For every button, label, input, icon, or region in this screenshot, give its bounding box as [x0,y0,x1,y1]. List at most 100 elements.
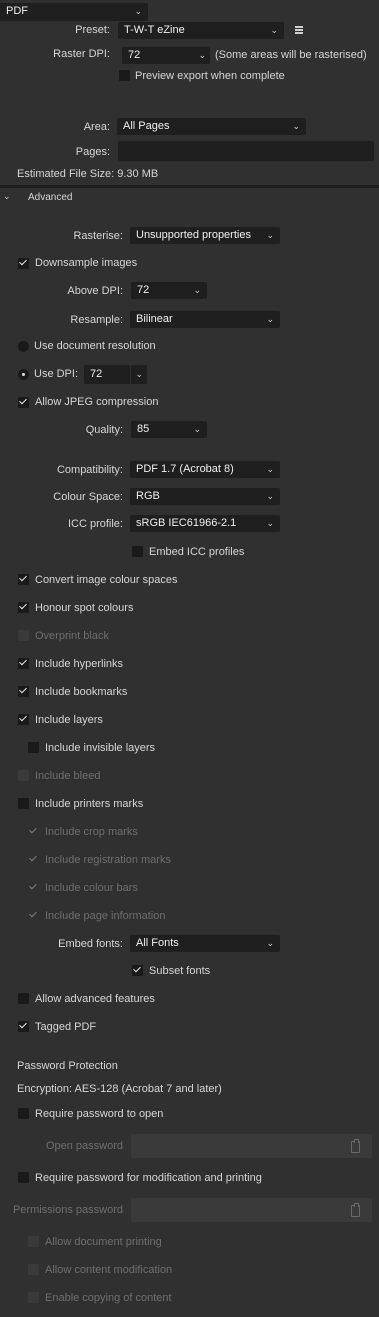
encryption-info: Encryption: AES-128 (Acrobat 7 and later… [17,1083,222,1095]
colour-space-value: RGB [136,490,160,502]
embed-fonts-value: All Fonts [136,937,179,949]
use-dpi-radio[interactable] [18,369,29,380]
downsample-checkbox[interactable] [18,258,29,269]
raster-dpi-note: (Some areas will be rasterised) [215,49,367,61]
use-dpi-label: Use DPI: [34,368,79,380]
chevron-down-icon: ⌄ [266,491,274,501]
colour-space-dropdown[interactable]: RGB ⌄ [130,488,280,505]
printers-marks-checkbox[interactable] [18,798,29,809]
compatibility-value: PDF 1.7 (Acrobat 8) [136,463,234,475]
layers-label: Include layers [35,714,103,726]
advanced-features-label: Allow advanced features [35,993,155,1005]
embed-fonts-label: Embed fonts: [58,938,123,950]
bleed-checkbox[interactable] [18,770,29,781]
allow-modification-checkbox[interactable] [28,1264,39,1275]
above-dpi-label: Above DPI: [67,285,123,297]
embed-fonts-dropdown[interactable]: All Fonts ⌄ [130,935,280,952]
use-dpi-input[interactable]: 72 ⌄ [84,365,147,384]
embed-icc-checkbox[interactable] [132,546,143,557]
require-modify-password-checkbox[interactable] [18,1172,29,1183]
pages-input[interactable] [118,141,374,161]
format-value: PDF [6,5,28,17]
area-value: All Pages [123,120,170,132]
colour-bars-label: Include colour bars [45,882,138,894]
open-password-field[interactable] [131,1134,372,1158]
chevron-down-icon: ⌄ [266,230,274,240]
jpeg-compression-checkbox[interactable] [18,397,29,408]
preview-export-label: Preview export when complete [135,70,285,82]
chevron-down-icon: ⌄ [266,314,274,324]
subset-fonts-checkbox[interactable] [132,965,143,976]
permissions-password-label: Permissions password [12,1204,123,1216]
bookmarks-label: Include bookmarks [35,686,128,698]
icc-profile-value: sRGB IEC61966-2.1 [136,517,237,529]
subset-fonts-label: Subset fonts [149,965,211,977]
open-password-label: Open password [45,1140,123,1152]
bleed-label: Include bleed [35,770,101,782]
preview-export-checkbox[interactable] [119,70,130,81]
quality-dropdown[interactable]: 85 ⌄ [131,421,207,438]
convert-colour-label: Convert image colour spaces [35,574,178,586]
raster-dpi-input[interactable]: 72 ⌄ [122,47,210,64]
bookmarks-checkbox[interactable] [18,686,29,697]
page-information-checkbox[interactable] [28,910,39,921]
crop-marks-checkbox[interactable] [28,826,39,837]
allow-printing-label: Allow document printing [45,1236,162,1248]
quality-value: 85 [137,423,150,435]
advanced-section-header[interactable]: ⌄ Advanced [0,190,379,206]
chevron-down-icon: ⌄ [134,6,142,16]
chevron-down-icon: ⌄ [193,424,201,434]
hamburger-menu-icon[interactable] [295,26,303,34]
registration-marks-checkbox[interactable] [28,854,39,865]
use-document-resolution-label: Use document resolution [34,340,156,352]
layers-checkbox[interactable] [18,714,29,725]
resample-label: Resample: [70,314,123,326]
invisible-layers-label: Include invisible layers [45,742,156,754]
rasterise-label: Rasterise: [73,230,123,242]
preset-label: Preset: [75,24,110,36]
chevron-down-icon: ⌄ [3,191,11,201]
resample-dropdown[interactable]: Bilinear ⌄ [130,311,280,328]
spot-colours-checkbox[interactable] [18,602,29,613]
raster-dpi-value: 72 [128,49,141,61]
clipboard-icon[interactable] [351,1203,360,1217]
tagged-pdf-label: Tagged PDF [35,1021,97,1033]
permissions-password-field[interactable] [131,1198,372,1222]
clipboard-icon[interactable] [351,1139,360,1153]
registration-marks-label: Include registration marks [45,854,171,866]
use-document-resolution-radio[interactable] [18,341,29,352]
printers-marks-label: Include printers marks [35,798,144,810]
chevron-down-icon: ⌄ [266,938,274,948]
allow-copying-checkbox[interactable] [28,1292,39,1303]
icc-profile-label: ICC profile: [67,518,123,530]
downsample-label: Downsample images [35,257,138,269]
raster-dpi-label: Raster DPI: [53,48,110,60]
above-dpi-dropdown[interactable]: 72 ⌄ [131,282,207,299]
rasterise-value: Unsupported properties [136,229,251,241]
embed-icc-label: Embed ICC profiles [149,546,245,558]
quality-label: Quality: [85,424,123,436]
crop-marks-label: Include crop marks [45,826,138,838]
chevron-down-icon: ⌄ [292,121,300,131]
invisible-layers-checkbox[interactable] [28,742,39,753]
overprint-black-checkbox[interactable] [18,630,29,641]
convert-colour-checkbox[interactable] [18,574,29,585]
require-open-password-checkbox[interactable] [18,1108,29,1119]
use-dpi-value: 72 [90,368,103,380]
allow-copying-label: Enable copying of content [45,1292,172,1304]
use-dpi-stepper[interactable] [130,365,131,384]
advanced-features-checkbox[interactable] [18,993,29,1004]
icc-profile-dropdown[interactable]: sRGB IEC61966-2.1 ⌄ [130,515,280,532]
rasterise-dropdown[interactable]: Unsupported properties ⌄ [130,227,280,244]
advanced-title: Advanced [28,192,73,203]
allow-printing-checkbox[interactable] [28,1236,39,1247]
spot-colours-label: Honour spot colours [35,602,134,614]
preset-dropdown[interactable]: T-W-T eZine ⌄ [118,22,284,39]
hyperlinks-checkbox[interactable] [18,658,29,669]
colour-bars-checkbox[interactable] [28,882,39,893]
area-dropdown[interactable]: All Pages ⌄ [117,118,306,135]
format-dropdown[interactable]: PDF ⌄ [0,3,148,21]
compatibility-dropdown[interactable]: PDF 1.7 (Acrobat 8) ⌄ [130,461,280,478]
tagged-pdf-checkbox[interactable] [18,1021,29,1032]
require-modify-password-label: Require password for modification and pr… [35,1172,262,1184]
